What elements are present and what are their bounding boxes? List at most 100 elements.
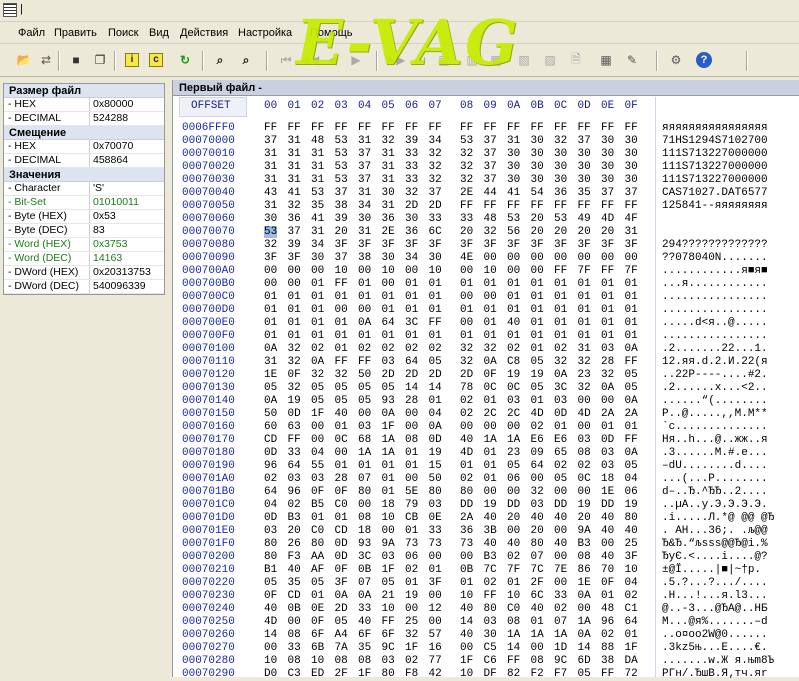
calc-button[interactable]: ▦	[596, 50, 616, 70]
hex-byte[interactable]: 04	[311, 447, 324, 459]
hex-byte[interactable]: 53	[335, 174, 348, 186]
hex-byte[interactable]: 37	[484, 135, 497, 147]
hex-byte[interactable]: 3F	[264, 252, 277, 264]
hex-byte[interactable]: C3	[288, 668, 301, 680]
hex-byte[interactable]: 04	[429, 408, 442, 420]
hex-byte[interactable]: 01	[484, 447, 497, 459]
hex-byte[interactable]: 0D	[335, 551, 348, 563]
hex-byte[interactable]: 01	[405, 330, 418, 342]
hex-byte[interactable]: B3	[484, 551, 497, 563]
hex-byte[interactable]: 37	[358, 148, 371, 160]
hex-byte[interactable]: 01	[311, 590, 324, 602]
hex-byte[interactable]: 30	[554, 161, 567, 173]
row-ascii[interactable]: 111S713227000000	[662, 148, 768, 160]
hex-byte[interactable]: 35	[311, 200, 324, 212]
hex-byte[interactable]: A4	[335, 629, 348, 641]
layout3-button[interactable]: ▦	[486, 50, 506, 70]
hex-byte[interactable]: 40	[531, 603, 544, 615]
hex-byte[interactable]: 01	[335, 330, 348, 342]
hex-byte[interactable]: 01	[405, 291, 418, 303]
hex-byte[interactable]: CD	[264, 434, 277, 446]
hex-byte[interactable]: 05	[625, 382, 638, 394]
hex-byte[interactable]: 01	[429, 395, 442, 407]
hex-byte[interactable]: 23	[578, 369, 591, 381]
hex-byte[interactable]: 03	[382, 551, 395, 563]
hex-byte[interactable]: 01	[484, 460, 497, 472]
hex-byte[interactable]: 00	[507, 525, 520, 537]
hex-byte[interactable]: 1F	[311, 408, 324, 420]
hex-byte[interactable]: B5	[311, 499, 324, 511]
hex-byte[interactable]: 1A	[507, 629, 520, 641]
hex-byte[interactable]: 18	[358, 525, 371, 537]
hex-byte[interactable]: 4F	[625, 213, 638, 225]
hex-byte[interactable]: 1A	[531, 629, 544, 641]
hex-byte[interactable]: 3F	[288, 252, 301, 264]
row-ascii[interactable]: ..µА..y.Э.Э.Э.Э.	[662, 499, 768, 511]
hex-byte[interactable]: 01	[484, 317, 497, 329]
hex-byte[interactable]: 4D	[601, 213, 614, 225]
hex-byte[interactable]: 50	[358, 369, 371, 381]
hex-byte[interactable]: 05	[578, 668, 591, 680]
menu-item-6[interactable]: Помощь	[310, 27, 353, 39]
hex-byte[interactable]: 0F	[601, 577, 614, 589]
hex-row[interactable]: 00070250 4D 00 0F 05 40 FF 25 00 14 03 08 01 07 1A 96 64…	[173, 616, 799, 629]
hex-byte[interactable]: 34	[405, 252, 418, 264]
note-button[interactable]: ✎	[622, 50, 642, 70]
hex-byte[interactable]: 30	[625, 135, 638, 147]
hex-byte[interactable]: 01	[531, 616, 544, 628]
hex-byte[interactable]: 31	[382, 148, 395, 160]
hex-byte[interactable]: 05	[382, 577, 395, 589]
hex-byte[interactable]: 01	[625, 291, 638, 303]
hex-byte[interactable]: 32	[429, 148, 442, 160]
hex-byte[interactable]: 37	[625, 187, 638, 199]
hex-byte[interactable]: 32	[460, 356, 473, 368]
hex-byte[interactable]: 05	[264, 382, 277, 394]
menu-item-1[interactable]: Править	[54, 27, 97, 39]
hex-byte[interactable]: 01	[531, 291, 544, 303]
hex-byte[interactable]: 50	[429, 473, 442, 485]
info-row[interactable]: - Bit-Set 01010011	[4, 196, 164, 210]
hex-byte[interactable]: 3F	[405, 239, 418, 251]
hex-byte[interactable]: 01	[335, 291, 348, 303]
row-ascii[interactable]: ................	[662, 330, 768, 342]
hex-byte[interactable]: 01	[531, 330, 544, 342]
hex-byte[interactable]: 01	[484, 304, 497, 316]
hex-byte[interactable]: 30	[625, 148, 638, 160]
hex-byte[interactable]: 68	[358, 434, 371, 446]
hex-row[interactable]: 00070040 43 41 53 37 31 30 32 37 2E 44 41 54 36 35 37 37…	[173, 187, 799, 200]
row-ascii[interactable]: яяяяяяяяяяяяяяяя	[662, 122, 768, 134]
hex-byte[interactable]: 80	[358, 486, 371, 498]
hex-byte[interactable]: 30	[382, 187, 395, 199]
hex-byte[interactable]: 01	[507, 330, 520, 342]
hex-byte[interactable]: 32	[288, 200, 301, 212]
hex-byte[interactable]: 1F	[358, 668, 371, 680]
hex-byte[interactable]: 80	[311, 538, 324, 550]
hex-byte[interactable]: 30	[405, 213, 418, 225]
hex-byte[interactable]: C0	[311, 525, 324, 537]
hex-byte[interactable]: 03	[484, 616, 497, 628]
hex-byte[interactable]: FF	[578, 200, 591, 212]
hex-byte[interactable]: 0A	[484, 356, 497, 368]
hex-byte[interactable]: 3C	[554, 382, 567, 394]
row-ascii[interactable]: ................	[662, 304, 768, 316]
hex-byte[interactable]: B1	[264, 564, 277, 576]
hex-byte[interactable]: 30	[601, 135, 614, 147]
hex-byte[interactable]: 40	[554, 512, 567, 524]
hex-byte[interactable]: 02	[531, 421, 544, 433]
hex-byte[interactable]: 77	[429, 655, 442, 667]
hex-byte[interactable]: 20	[578, 512, 591, 524]
hex-byte[interactable]: 00	[335, 304, 348, 316]
hex-byte[interactable]: FF	[578, 122, 591, 134]
hex-byte[interactable]: 9C	[382, 642, 395, 654]
hex-byte[interactable]: 08	[578, 551, 591, 563]
hex-byte[interactable]: 31	[264, 174, 277, 186]
hex-byte[interactable]: 0A	[358, 317, 371, 329]
hex-byte[interactable]: 37	[429, 187, 442, 199]
hex-byte[interactable]: FF	[507, 122, 520, 134]
hex-byte[interactable]: 30	[578, 174, 591, 186]
hex-byte[interactable]: 00	[460, 291, 473, 303]
hex-byte[interactable]: 3B	[484, 525, 497, 537]
hex-byte[interactable]: 30	[507, 174, 520, 186]
hex-byte[interactable]: 10	[335, 265, 348, 277]
hex-byte[interactable]: 31	[288, 148, 301, 160]
